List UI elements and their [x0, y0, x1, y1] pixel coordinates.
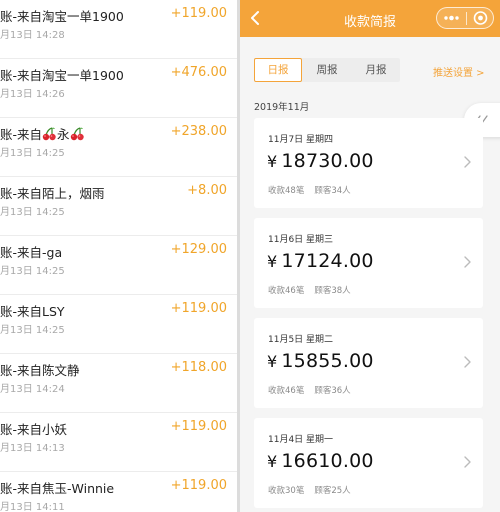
daily-report-card[interactable]: 11月4日 星期一 ¥16610.00 收款30笔 顾客25人	[254, 418, 483, 508]
transaction-list: 账-来自淘宝一单1900 月13日 14:28 +119.00 账-来自淘宝一单…	[0, 0, 237, 512]
transaction-row[interactable]: 账-来自小妖 月13日 14:13 +119.00	[0, 413, 237, 472]
transaction-description: 账-来自永	[0, 124, 85, 143]
transaction-description: 账-来自-ga	[0, 245, 63, 260]
report-total-value: 16610.00	[281, 450, 374, 472]
report-date: 11月6日 星期三	[268, 235, 334, 245]
more-button[interactable]	[437, 8, 466, 28]
transaction-time: 月13日 14:28	[0, 30, 65, 41]
payment-count: 收款46笔	[268, 286, 305, 296]
transaction-description: 账-来自陌上，烟雨	[0, 186, 105, 201]
cherry-icon	[42, 127, 56, 141]
payment-count: 收款46笔	[268, 386, 305, 396]
transaction-description-prefix: 账-来自	[0, 127, 43, 142]
transaction-amount: +129.00	[170, 242, 227, 257]
transaction-amount: +119.00	[170, 478, 227, 493]
payment-count: 收款30笔	[268, 486, 305, 496]
transaction-description: 账-来自LSY	[0, 304, 65, 319]
transaction-row[interactable]: 账-来自陈文静 月13日 14:24 +118.00	[0, 354, 237, 413]
customer-count: 顾客34人	[314, 186, 351, 196]
currency-symbol: ¥	[267, 352, 278, 371]
nav-bar: 收款简报	[240, 0, 500, 37]
report-stats: 收款48笔 顾客34人	[268, 184, 351, 196]
transaction-amount: +476.00	[170, 65, 227, 80]
transaction-description-suffix: 永	[57, 127, 70, 142]
report-date: 11月7日 星期四	[268, 135, 334, 145]
report-tabs: 日报 周报 月报	[254, 58, 400, 82]
chevron-right-icon	[464, 256, 471, 268]
chevron-right-icon	[464, 356, 471, 368]
transaction-row[interactable]: 账-来自-ga 月13日 14:25 +129.00	[0, 236, 237, 295]
transaction-amount: +119.00	[170, 419, 227, 434]
target-close-icon	[473, 11, 488, 25]
transaction-time: 月13日 14:11	[0, 502, 65, 512]
daily-report-card[interactable]: 11月5日 星期二 ¥15855.00 收款46笔 顾客36人	[254, 318, 483, 408]
report-total: ¥15855.00	[267, 350, 374, 372]
customer-count: 顾客25人	[314, 486, 351, 496]
transaction-time: 月13日 14:25	[0, 207, 65, 218]
currency-symbol: ¥	[267, 452, 278, 471]
transaction-row[interactable]: 账-来自焦玉-Winnie 月13日 14:11 +119.00	[0, 472, 237, 512]
tab-monthly[interactable]: 月报	[352, 58, 400, 82]
transaction-amount: +8.00	[187, 183, 227, 198]
transaction-time: 月13日 14:24	[0, 384, 65, 395]
transaction-amount: +119.00	[170, 6, 227, 21]
close-button[interactable]	[467, 8, 494, 28]
push-settings-link[interactable]: 推送设置 >	[433, 64, 485, 79]
transaction-row[interactable]: 账-来自永 月13日 14:25 +238.00	[0, 118, 237, 177]
daily-report-card[interactable]: 11月7日 星期四 ¥18730.00 收款48笔 顾客34人	[254, 118, 483, 208]
transaction-amount: +238.00	[170, 124, 227, 139]
transaction-row[interactable]: 账-来自陌上，烟雨 月13日 14:25 +8.00	[0, 177, 237, 236]
transaction-amount: +119.00	[170, 301, 227, 316]
transaction-time: 月13日 14:25	[0, 266, 65, 277]
transaction-time: 月13日 14:25	[0, 148, 65, 159]
transaction-description: 账-来自淘宝一单1900	[0, 9, 124, 24]
transaction-description: 账-来自淘宝一单1900	[0, 68, 124, 83]
transaction-description: 账-来自焦玉-Winnie	[0, 481, 115, 496]
chevron-right-icon	[464, 156, 471, 168]
chevron-right-icon	[464, 456, 471, 468]
report-total-value: 18730.00	[281, 150, 374, 172]
transaction-time: 月13日 14:13	[0, 443, 65, 454]
transaction-time: 月13日 14:25	[0, 325, 65, 336]
transaction-description: 账-来自小妖	[0, 422, 68, 437]
transaction-time: 月13日 14:26	[0, 89, 65, 100]
daily-report-card[interactable]: 11月6日 星期三 ¥17124.00 收款46笔 顾客38人	[254, 218, 483, 308]
report-stats: 收款46笔 顾客36人	[268, 384, 351, 396]
more-dots-icon	[444, 15, 459, 21]
payment-count: 收款48笔	[268, 186, 305, 196]
customer-count: 顾客36人	[314, 386, 351, 396]
report-total: ¥18730.00	[267, 150, 374, 172]
cherry-icon	[70, 127, 84, 141]
report-total: ¥16610.00	[267, 450, 374, 472]
mini-program-capsule	[436, 7, 494, 29]
transaction-row[interactable]: 账-来自淘宝一单1900 月13日 14:26 +476.00	[0, 59, 237, 118]
transaction-row[interactable]: 账-来自淘宝一单1900 月13日 14:28 +119.00	[0, 0, 237, 59]
report-date: 11月4日 星期一	[268, 435, 334, 445]
tab-weekly[interactable]: 周报	[303, 58, 351, 82]
report-app: 收款简报 日报 周报 月报 推送设置 > 2019年11月 11月7日 星期四 …	[240, 0, 500, 512]
transaction-description: 账-来自陈文静	[0, 363, 80, 378]
month-header: 2019年11月	[254, 102, 310, 113]
tab-daily[interactable]: 日报	[254, 58, 302, 82]
report-total-value: 17124.00	[281, 250, 374, 272]
currency-symbol: ¥	[267, 152, 278, 171]
report-stats: 收款30笔 顾客25人	[268, 484, 351, 496]
transaction-row[interactable]: 账-来自LSY 月13日 14:25 +119.00	[0, 295, 237, 354]
report-total: ¥17124.00	[267, 250, 374, 272]
currency-symbol: ¥	[267, 252, 278, 271]
customer-count: 顾客38人	[314, 286, 351, 296]
report-date: 11月5日 星期二	[268, 335, 334, 345]
report-total-value: 15855.00	[281, 350, 374, 372]
transaction-amount: +118.00	[170, 360, 227, 375]
report-stats: 收款46笔 顾客38人	[268, 284, 351, 296]
